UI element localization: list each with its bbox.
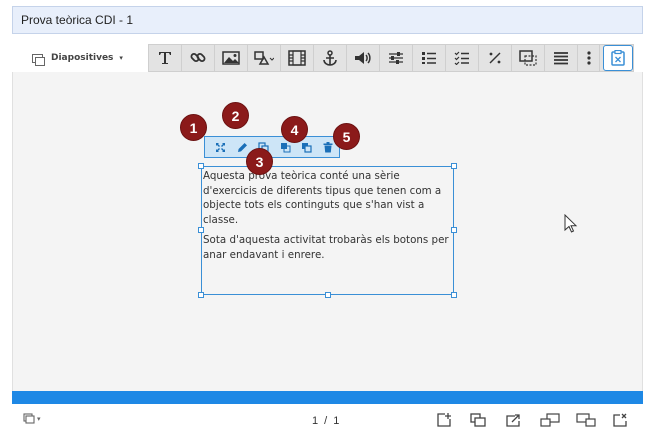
- page-counter: 1 / 1: [312, 415, 340, 427]
- callout-badge-3: 3: [246, 148, 273, 175]
- slides-menu-label: Diapositives: [51, 53, 114, 63]
- svg-text:▾: ▾: [37, 415, 41, 423]
- add-slide-icon[interactable]: [436, 413, 452, 427]
- callout-badge-2: 2: [222, 102, 249, 129]
- delete-slide-icon[interactable]: [612, 413, 628, 427]
- checklist-tool-icon[interactable]: [446, 45, 479, 71]
- resize-handle-bottom[interactable]: [325, 292, 331, 298]
- percent-tool-icon[interactable]: [479, 45, 512, 71]
- sliders-tool-icon[interactable]: [380, 45, 413, 71]
- resize-handle-top-right[interactable]: [451, 163, 457, 169]
- insert-tools: [148, 44, 634, 72]
- footer-bar: ▾ 1 / 1: [12, 404, 643, 436]
- text-paragraph-1: Aquesta prova teòrica conté una sèrie d'…: [203, 170, 442, 226]
- move-slide-right-icon[interactable]: [576, 413, 596, 427]
- audio-tool-icon[interactable]: [347, 45, 380, 71]
- duplicate-slide-icon[interactable]: [470, 413, 486, 427]
- element-edit-toolbar: [204, 136, 340, 158]
- text-paragraph-2: Sota d'aquesta activitat trobaràs els bo…: [203, 234, 449, 261]
- chevron-down-icon: ▾: [119, 54, 123, 62]
- clipboard-tool-icon[interactable]: [603, 45, 633, 71]
- move-icon[interactable]: [210, 137, 232, 157]
- anchor-tool-icon[interactable]: [314, 45, 347, 71]
- callout-badge-5: 5: [333, 123, 360, 150]
- resize-handle-bottom-left[interactable]: [198, 292, 204, 298]
- overlay-tool-icon[interactable]: [512, 45, 545, 71]
- callout-badge-4: 4: [281, 116, 308, 143]
- list-tool-icon[interactable]: [545, 45, 578, 71]
- text-tool-icon[interactable]: [149, 45, 182, 71]
- slides-icon: [32, 53, 45, 66]
- resize-handle-left[interactable]: [198, 227, 204, 233]
- move-slide-left-icon[interactable]: [540, 413, 560, 427]
- text-box-content[interactable]: Aquesta prova teòrica conté una sèrie d'…: [202, 169, 454, 269]
- ordered-list-tool-icon[interactable]: [413, 45, 446, 71]
- image-tool-icon[interactable]: [215, 45, 248, 71]
- link-tool-icon[interactable]: [182, 45, 215, 71]
- title-input[interactable]: Prova teòrica CDI - 1: [12, 6, 643, 34]
- import-slide-icon[interactable]: [506, 413, 522, 427]
- more-tool-icon[interactable]: [578, 45, 600, 71]
- resize-handle-bottom-right[interactable]: [451, 292, 457, 298]
- video-tool-icon[interactable]: [281, 45, 314, 71]
- callout-badge-1: 1: [180, 114, 207, 141]
- slides-panel-icon[interactable]: ▾: [22, 413, 44, 426]
- slide-progress-bar: [12, 391, 643, 404]
- shape-tool-icon[interactable]: [248, 45, 281, 71]
- slides-menu[interactable]: Diapositives ▾: [32, 50, 123, 66]
- resize-handle-top-left[interactable]: [198, 163, 204, 169]
- resize-handle-right[interactable]: [451, 227, 457, 233]
- selected-text-box[interactable]: Aquesta prova teòrica conté una sèrie d'…: [198, 163, 457, 298]
- mouse-cursor-icon: [564, 213, 578, 239]
- editor-toolbar: Diapositives ▾: [12, 44, 643, 72]
